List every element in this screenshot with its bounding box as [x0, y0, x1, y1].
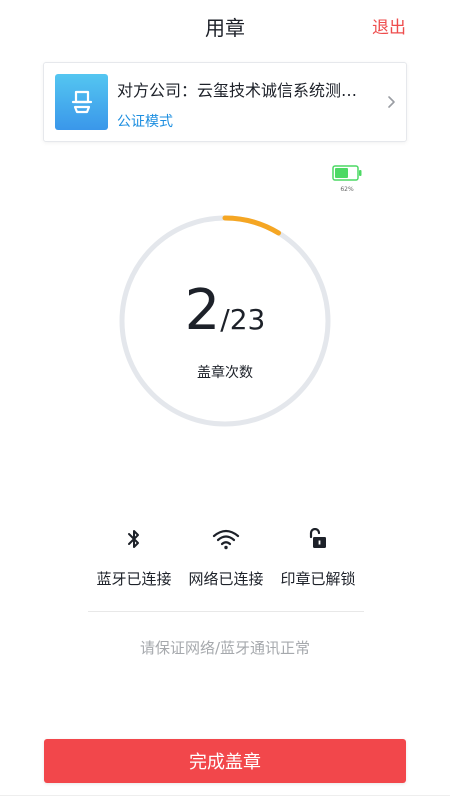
company-logo — [55, 74, 108, 130]
status-network: 网络已连接 — [180, 524, 272, 589]
status-network-label: 网络已连接 — [188, 570, 264, 588]
bluetooth-icon — [128, 530, 139, 548]
stamp-count-label: 盖章次数 — [197, 365, 253, 381]
bottom-divider — [0, 795, 450, 796]
status-seal: 印章已解锁 — [272, 524, 364, 589]
battery-indicator: 62% — [332, 165, 362, 193]
status-seal-label: 印章已解锁 — [280, 570, 356, 588]
header: 用章 退出 — [0, 0, 450, 50]
complete-stamp-button[interactable]: 完成盖章 — [44, 739, 406, 783]
stamp-counter: 2/23 — [118, 283, 332, 339]
battery-icon — [332, 165, 362, 181]
chevron-right-icon — [388, 96, 395, 108]
seal-icon — [71, 90, 92, 114]
mode-label: 公证模式 — [117, 114, 173, 130]
company-card[interactable]: 对方公司：云玺技术诚信系统测试公司 公证模式 — [43, 62, 407, 142]
unlock-icon — [309, 528, 326, 548]
stamp-count-current: 2 — [184, 278, 221, 343]
exit-button[interactable]: 退出 — [372, 13, 406, 38]
stamp-count-total: /23 — [220, 303, 266, 336]
device-status-row: 蓝牙已连接 网络已连接 印章已解锁 — [88, 524, 364, 594]
company-name: 对方公司：云玺技术诚信系统测试公司 — [117, 81, 373, 100]
status-bluetooth-label: 蓝牙已连接 — [96, 570, 172, 588]
status-bluetooth: 蓝牙已连接 — [88, 524, 180, 589]
battery-percent: 62% — [340, 186, 354, 193]
wifi-icon — [212, 529, 240, 550]
divider — [88, 611, 364, 612]
connection-notice: 请保证网络/蓝牙通讯正常 — [139, 639, 311, 657]
